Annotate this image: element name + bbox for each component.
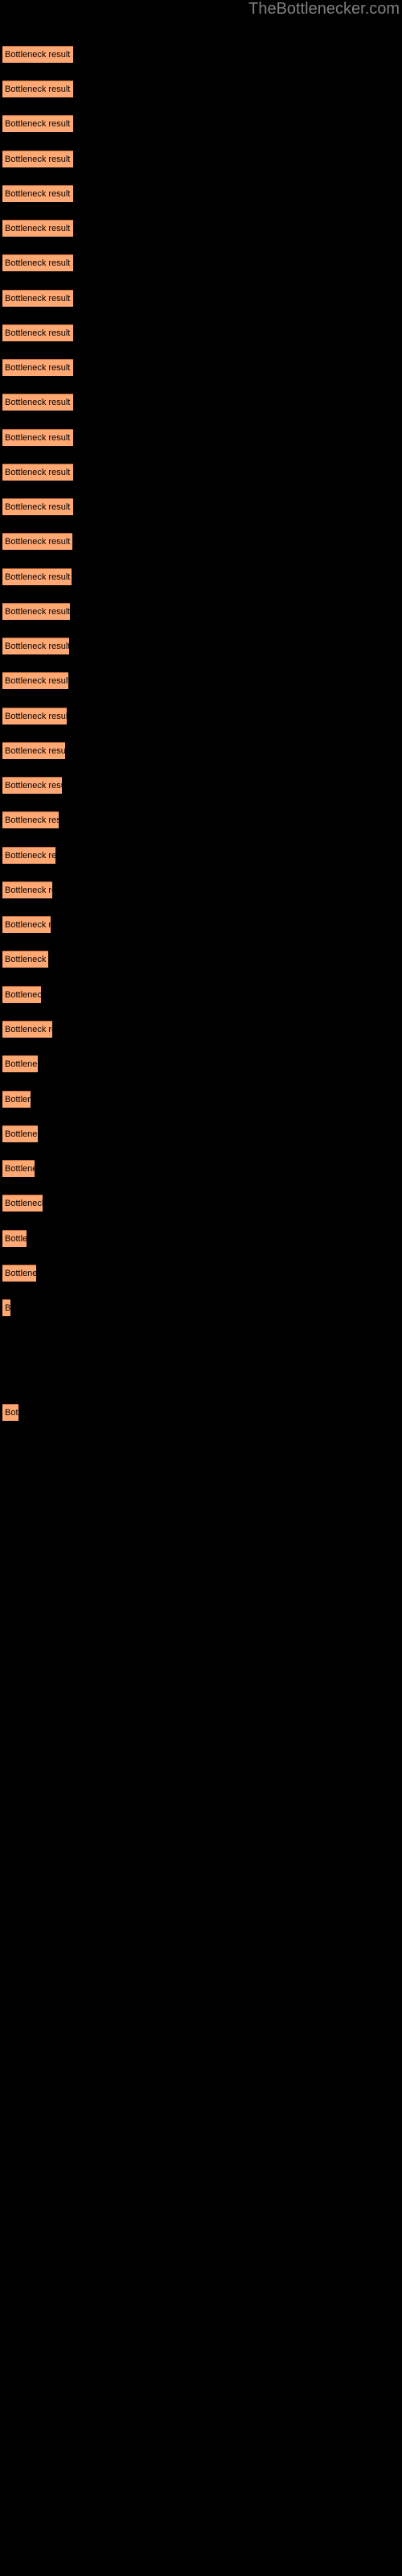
bar-label: Bottleneck result bbox=[5, 607, 70, 617]
bar[interactable]: Bottleneck result bbox=[2, 881, 52, 898]
bar-label: Bottleneck result bbox=[5, 815, 59, 825]
bar-label: Bottleneck result bbox=[5, 1129, 38, 1139]
bar[interactable]: Bottleneck result bbox=[2, 359, 73, 376]
bar[interactable]: Bottleneck result bbox=[2, 464, 73, 481]
bar[interactable]: Bottleneck result bbox=[2, 1091, 31, 1108]
bar-label: Bottleneck result bbox=[5, 746, 65, 756]
bar-label: Bottleneck result bbox=[5, 1025, 52, 1034]
bar[interactable]: Bottleneck result bbox=[2, 1055, 38, 1072]
bar-label: Bottleneck result bbox=[5, 955, 48, 964]
bar-label: Bottleneck result bbox=[5, 990, 41, 1000]
bar[interactable]: Bottleneck result bbox=[2, 1195, 43, 1212]
bar[interactable]: Bottleneck result bbox=[2, 1021, 52, 1038]
bar-label: Bottleneck result bbox=[5, 886, 52, 895]
bar[interactable]: Bottleneck result bbox=[2, 847, 55, 864]
bar-label: Bottleneck result bbox=[5, 155, 71, 164]
bar-label: Bottleneck result bbox=[5, 398, 71, 407]
bar-label: Bottleneck result bbox=[5, 189, 71, 199]
bar-label: Bottleneck result bbox=[5, 119, 71, 129]
bar[interactable]: Bottleneck result bbox=[2, 220, 73, 237]
bar-label: Bottleneck result bbox=[5, 1199, 43, 1208]
bar[interactable]: Bottleneck result bbox=[2, 811, 59, 828]
bar[interactable]: Bottleneck result bbox=[2, 603, 70, 620]
bar[interactable]: Bottleneck result bbox=[2, 1160, 35, 1177]
bar[interactable]: Bottleneck result bbox=[2, 151, 73, 167]
bar-label: Bottleneck result bbox=[5, 50, 71, 60]
bar-label: Bottleneck result bbox=[5, 1269, 36, 1278]
bar-label: Bottleneck result bbox=[5, 468, 71, 477]
bar-label: Bottleneck result bbox=[5, 1164, 35, 1174]
bar[interactable]: Bottleneck result bbox=[2, 742, 65, 759]
bar[interactable]: Bottleneck result bbox=[2, 1404, 18, 1421]
bar[interactable]: Bottleneck result bbox=[2, 394, 73, 411]
bar-label: Bottleneck result bbox=[5, 502, 71, 512]
bar-label: Bottleneck result bbox=[5, 572, 71, 582]
bar-label: Bottleneck result bbox=[5, 712, 67, 721]
bar[interactable]: Bottleneck result bbox=[2, 80, 73, 97]
bar[interactable]: Bottleneck result bbox=[2, 1125, 38, 1142]
bar-label: Bottleneck result bbox=[5, 224, 71, 233]
bar-series: Bottleneck result Bottleneck result Bottle… bbox=[0, 0, 402, 2576]
bar[interactable]: Bottleneck result bbox=[2, 46, 73, 63]
bar[interactable]: Bottleneck result bbox=[2, 777, 62, 794]
bar[interactable]: Bottleneck result bbox=[2, 986, 41, 1003]
bar-label: Bottleneck result bbox=[5, 920, 51, 930]
bar[interactable]: Bottleneck result bbox=[2, 115, 73, 132]
bar[interactable]: Bottleneck result bbox=[2, 290, 73, 307]
bar-label: Bottleneck result bbox=[5, 1059, 38, 1069]
bar[interactable]: Bottleneck result bbox=[2, 1299, 10, 1316]
bar[interactable]: Bottleneck result bbox=[2, 708, 67, 724]
bar-label: Bottleneck result bbox=[5, 1408, 18, 1418]
bar[interactable]: Bottleneck result bbox=[2, 533, 72, 550]
bar[interactable]: Bottleneck result bbox=[2, 254, 73, 271]
bar-label: Bottleneck result bbox=[5, 363, 71, 373]
bottleneck-chart: TheBottlenecker.com Bottleneck result Bot… bbox=[0, 0, 402, 2576]
bar[interactable]: Bottleneck result bbox=[2, 1265, 36, 1282]
bar[interactable]: Bottleneck result bbox=[2, 916, 51, 933]
bar[interactable]: Bottleneck result bbox=[2, 429, 73, 446]
bar-label: Bottleneck result bbox=[5, 433, 71, 443]
bar-label: Bottleneck result bbox=[5, 851, 55, 861]
bar[interactable]: Bottleneck result bbox=[2, 672, 68, 689]
bar-label: Bottleneck result bbox=[5, 1303, 10, 1313]
bar-label: Bottleneck result bbox=[5, 781, 62, 791]
bar-label: Bottleneck result bbox=[5, 1234, 27, 1244]
bar-label: Bottleneck result bbox=[5, 258, 71, 268]
bar[interactable]: Bottleneck result bbox=[2, 185, 73, 202]
bar-label: Bottleneck result bbox=[5, 328, 71, 338]
bar[interactable]: Bottleneck result bbox=[2, 1230, 27, 1247]
bar-label: Bottleneck result bbox=[5, 1095, 31, 1104]
bar[interactable]: Bottleneck result bbox=[2, 568, 72, 585]
bar-label: Bottleneck result bbox=[5, 294, 71, 303]
bar[interactable]: Bottleneck result bbox=[2, 324, 73, 341]
bar-label: Bottleneck result bbox=[5, 537, 71, 547]
bar[interactable]: Bottleneck result bbox=[2, 951, 48, 968]
bar[interactable]: Bottleneck result bbox=[2, 498, 73, 515]
bar[interactable]: Bottleneck result bbox=[2, 638, 69, 654]
bar-label: Bottleneck result bbox=[5, 85, 71, 94]
bar-label: Bottleneck result bbox=[5, 642, 69, 651]
bar-label: Bottleneck result bbox=[5, 676, 68, 686]
